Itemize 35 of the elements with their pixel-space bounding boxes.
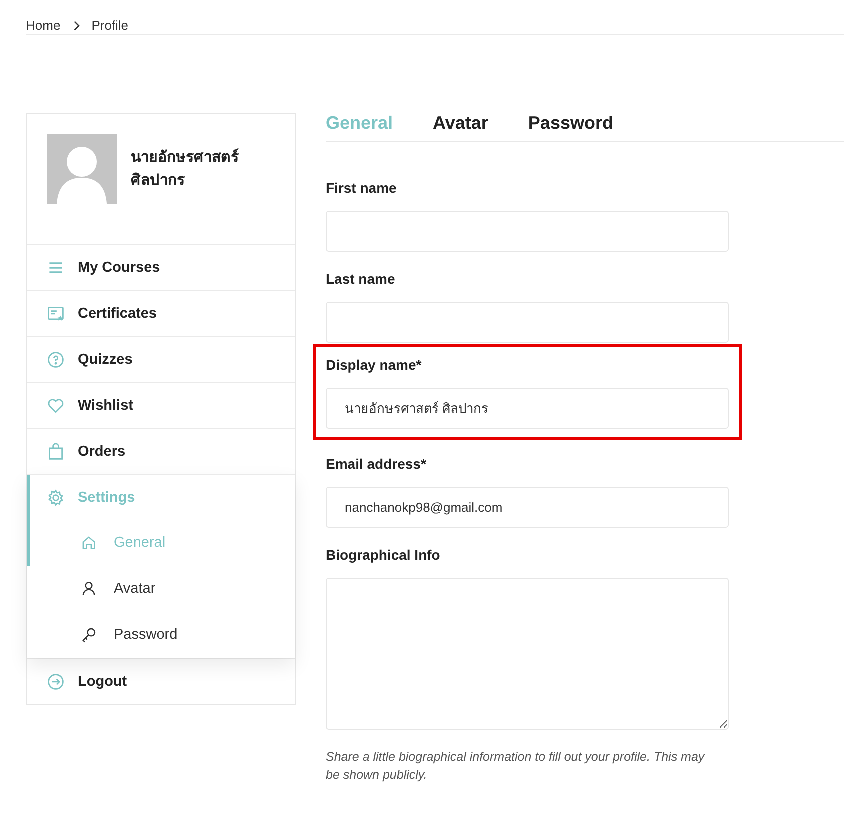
breadcrumb-link[interactable]: Home: [26, 18, 61, 33]
field-label: Email address*: [326, 456, 428, 472]
gear-icon: [47, 488, 65, 506]
heart-icon: [47, 396, 65, 414]
person-icon: [81, 581, 97, 597]
key-icon: [81, 627, 97, 643]
bio-textarea[interactable]: [326, 578, 729, 730]
field-label: First name: [326, 180, 398, 196]
chevron-icon: [72, 20, 80, 30]
field-label: Last name: [326, 271, 396, 287]
avatar-placeholder: [47, 134, 117, 204]
bag-icon: [47, 442, 65, 460]
input-field[interactable]: นายอักษรศาสตร์ ศิลปากร: [326, 388, 729, 429]
certificate-icon: [47, 304, 65, 322]
question-icon: [47, 350, 65, 368]
breadcrumb-link[interactable]: Profile: [92, 18, 129, 33]
menu-item[interactable]: Wishlist: [27, 383, 295, 428]
tab[interactable]: Avatar: [433, 113, 488, 133]
input-field[interactable]: [326, 302, 729, 343]
submenu-item[interactable]: Avatar: [27, 566, 295, 612]
menu-item[interactable]: Quizzes: [27, 337, 295, 382]
profile-name: นายอักษรศาสตร์ ศิลปากร: [131, 148, 240, 191]
menu-item[interactable]: Logout: [27, 659, 295, 704]
menu-item[interactable]: Certificates: [27, 291, 295, 336]
menu-item[interactable]: Orders: [27, 429, 295, 474]
tab[interactable]: Password: [528, 113, 614, 133]
menu-item[interactable]: My Courses: [27, 245, 295, 290]
input-field[interactable]: [326, 211, 729, 252]
logout-icon: [47, 672, 65, 690]
input-field[interactable]: nanchanokp98@gmail.com: [326, 487, 729, 528]
field-label: Biographical Info: [326, 547, 442, 563]
help-text: Share a little biographical information to fill out your profile. This may be shown publicly.: [326, 749, 706, 784]
submenu-item[interactable]: Password: [27, 612, 295, 658]
field-label: Display name*: [326, 357, 423, 373]
home-icon: [81, 535, 97, 551]
